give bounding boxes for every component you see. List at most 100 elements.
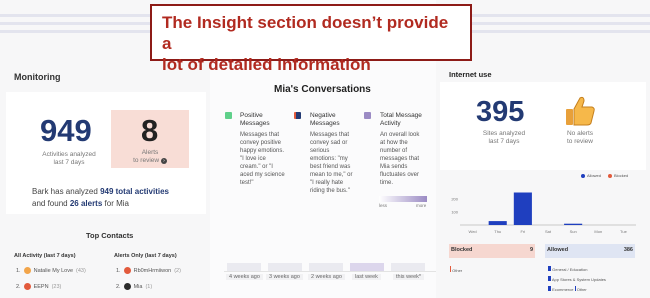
sites-label-line1: Sites analyzed <box>482 130 526 137</box>
positive-legend-title: Positive Messages <box>240 112 270 127</box>
all-activity-header: All Activity (last 7 days) <box>14 253 76 259</box>
contact-row[interactable]: 1. Rb0mHrmiiwon (2) <box>116 267 181 274</box>
ghost-stripe <box>472 14 650 17</box>
alerts-only-header: Alerts Only (last 7 days) <box>114 253 177 259</box>
contact-avatar-icon <box>123 283 131 290</box>
chart-bar-allowed <box>488 221 507 225</box>
blocked-item: Other <box>450 266 462 273</box>
x-tick-label: Mon <box>594 229 602 234</box>
activities-label-line2: last 7 days <box>53 159 85 166</box>
ghost-stripe <box>472 30 650 33</box>
x-tick-label: Fri <box>521 229 526 234</box>
week-bar <box>391 263 425 271</box>
internet-alerts-line2: to review <box>566 138 593 145</box>
week-bar <box>309 263 343 271</box>
week-label: 3 weeks ago <box>266 274 303 280</box>
chart-bar-allowed <box>513 192 532 225</box>
x-tick-label: Sun <box>570 229 577 234</box>
week-bar <box>227 263 261 271</box>
activity-scale-bar <box>379 196 427 202</box>
week-label: 2 weeks ago <box>308 274 345 280</box>
ghost-stripe <box>0 30 150 33</box>
alerts-label-line2: to review › <box>122 157 178 165</box>
activities-label-line1: Activities analyzed <box>42 151 96 158</box>
negative-legend-swatch <box>294 112 301 119</box>
x-tick-label: Wed <box>468 229 476 234</box>
scale-high-label: more <box>416 203 427 208</box>
contact-row[interactable]: 1. Natalie My Love (43) <box>16 267 86 274</box>
legend-blocked: Blocked <box>608 173 628 178</box>
allowed-item: App Stores & System Updates <box>548 276 606 282</box>
ghost-stripe <box>0 14 150 17</box>
negative-legend-title: Negative Messages <box>310 112 340 127</box>
contact-rank: 1. <box>116 267 121 274</box>
week-axis <box>224 271 436 272</box>
legend-allowed: Allowed <box>581 173 601 178</box>
callout-line2: lot of detailed information <box>162 55 371 74</box>
contact-row[interactable]: 2. Mia (1) <box>116 283 152 290</box>
y-tick-label: 100 <box>451 210 458 215</box>
x-tick-label: Thu <box>494 229 501 234</box>
allowed-header[interactable]: Allowed 386 <box>545 244 635 258</box>
sites-label-line2: last 7 days <box>488 138 520 145</box>
annotation-callout: The Insight section doesn’t provide a lo… <box>150 4 472 74</box>
contact-count: (1) <box>145 283 153 290</box>
top-contacts-title: Top Contacts <box>86 231 134 240</box>
contact-rank: 1. <box>16 267 21 274</box>
internet-use-card <box>440 82 646 170</box>
contact-avatar-icon <box>23 267 31 274</box>
positive-legend-swatch <box>225 112 232 119</box>
y-tick-label: 200 <box>451 197 458 202</box>
total-legend-desc: An overall look at how the number of messag… <box>380 132 420 186</box>
allowed-item: Ecommerce Other <box>548 286 587 292</box>
sites-label: Sites analyzed last 7 days <box>474 130 534 146</box>
week-bar <box>350 263 384 271</box>
contact-name: Natalie My Love <box>33 267 74 274</box>
alerts-label[interactable]: Alerts to review › <box>122 149 178 165</box>
sites-count: 395 <box>476 96 525 128</box>
contact-avatar-icon <box>123 267 131 274</box>
monitoring-title: Monitoring <box>14 72 61 82</box>
ghost-stripe <box>0 22 150 25</box>
contact-name: EEPN <box>33 283 49 290</box>
contact-avatar-icon <box>23 283 31 290</box>
contact-count: (43) <box>76 267 86 274</box>
chart-bar-allowed <box>564 223 583 225</box>
contact-name: Rb0mHrmiiwon <box>133 267 172 274</box>
internet-alerts-line1: No alerts <box>566 130 593 137</box>
callout-line1: The Insight section doesn’t provide a <box>162 13 449 53</box>
alerts-count[interactable]: 8 <box>141 113 158 149</box>
allowed-count: 386 <box>623 247 633 253</box>
x-tick-label: Sat <box>545 229 552 234</box>
positive-legend-desc: Messages that convey positive happy emotio… <box>240 132 285 186</box>
monitoring-summary: Bark has analyzed 949 total activities a… <box>32 187 169 208</box>
blocked-header[interactable]: Blocked 9 <box>449 244 535 258</box>
contact-name: Mia <box>133 283 143 290</box>
x-tick-label: Tue <box>620 229 628 234</box>
scale-low-label: less <box>379 203 388 208</box>
internet-daily-chart: 200 100 Wed Thu Fri Sat Sun Mon Tue <box>451 192 636 234</box>
ghost-stripe <box>472 22 650 25</box>
contact-rank: 2. <box>116 283 121 290</box>
activities-label: Activities analyzed last 7 days <box>40 151 98 167</box>
blocked-label: Blocked <box>451 247 473 253</box>
conversations-title: Mia's Conversations <box>274 84 371 95</box>
alerts-label-line1: Alerts <box>141 149 159 156</box>
week-label: last week <box>352 274 381 280</box>
contact-count: (23) <box>51 283 62 290</box>
contact-count: (2) <box>174 267 181 274</box>
negative-legend-desc: Messages that convey sad or serious emotion… <box>310 132 353 194</box>
total-legend-title: Total Message Activity <box>380 112 422 127</box>
contact-row[interactable]: 2. EEPN (23) <box>16 283 61 290</box>
blocked-count: 9 <box>529 247 533 253</box>
week-label: 4 weeks ago <box>226 274 263 280</box>
internet-alerts-label: No alerts to review <box>552 130 608 146</box>
allowed-dot-icon <box>581 173 585 178</box>
activities-count: 949 <box>40 113 92 148</box>
total-legend-swatch <box>364 112 371 119</box>
week-label: this week* <box>393 274 425 280</box>
contact-rank: 2. <box>16 283 21 290</box>
allowed-item: General / Education <box>548 266 587 272</box>
blocked-dot-icon <box>608 173 612 178</box>
week-bar <box>268 263 302 271</box>
